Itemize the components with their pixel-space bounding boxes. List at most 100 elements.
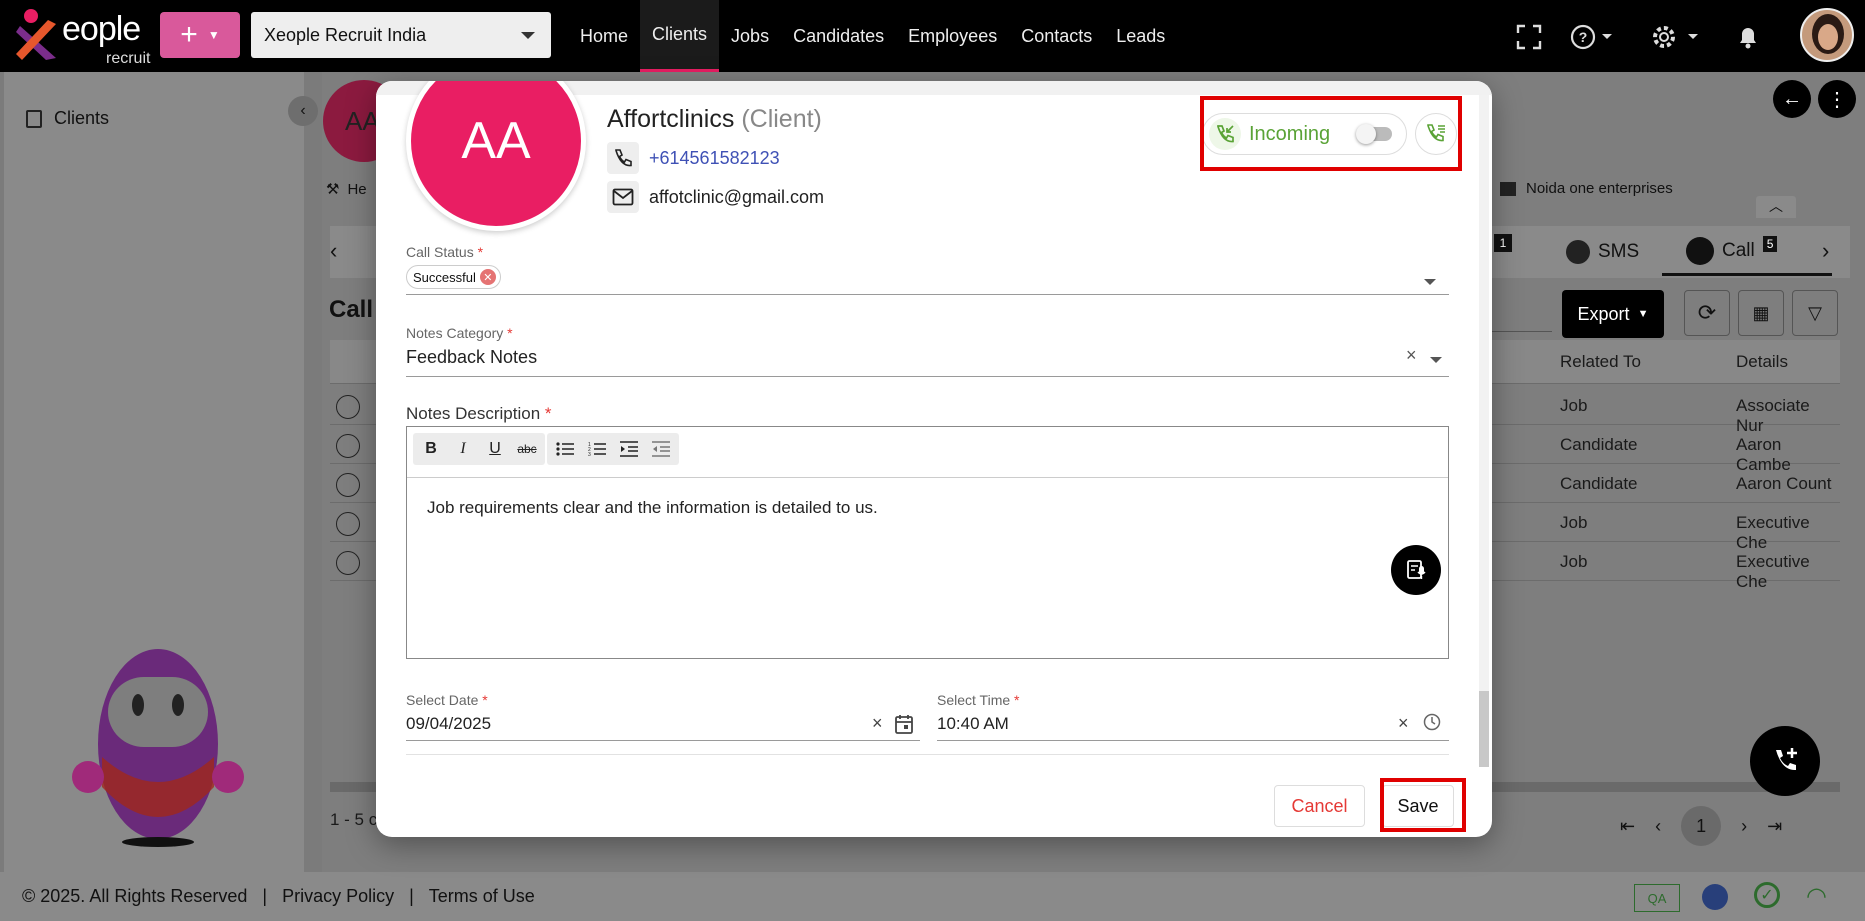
- tab-call-label: Call: [1722, 239, 1755, 261]
- strikethrough-icon[interactable]: abc: [511, 433, 543, 465]
- client-title: Affortclinics (Client): [607, 105, 822, 134]
- footer: © 2025. All Rights Reserved | Privacy Po…: [0, 872, 1865, 921]
- more-vertical-icon: ⋮: [1827, 88, 1847, 111]
- clear-time-icon[interactable]: ×: [1398, 713, 1409, 734]
- notes-category-select[interactable]: [406, 376, 1449, 377]
- document-icon: [26, 109, 42, 128]
- italic-icon[interactable]: I: [447, 433, 479, 465]
- tabs-prev-icon[interactable]: ‹: [330, 238, 337, 264]
- dialog-scroll-thumb[interactable]: [1479, 691, 1489, 767]
- help-icon[interactable]: ?: [1570, 23, 1614, 51]
- list-group: 123: [547, 433, 679, 465]
- cell-related: Candidate: [1560, 474, 1638, 493]
- search-field-bg[interactable]: [1492, 298, 1552, 332]
- select-date-input[interactable]: [406, 740, 920, 741]
- quick-add-button[interactable]: + ▼: [160, 12, 240, 58]
- plus-icon: +: [180, 18, 198, 51]
- sidebar-item-clients[interactable]: Clients: [26, 108, 109, 129]
- client-name: Affortclinics: [607, 105, 735, 133]
- nav-candidates[interactable]: Candidates: [781, 0, 896, 72]
- expand-row-icon[interactable]: [336, 512, 360, 536]
- user-avatar[interactable]: [1800, 8, 1854, 62]
- numbered-list-icon[interactable]: 123: [581, 433, 613, 465]
- next-page-icon[interactable]: ›: [1741, 816, 1747, 837]
- calendar-filter-button[interactable]: ▦: [1738, 290, 1784, 336]
- tab-sms[interactable]: SMS: [1566, 240, 1639, 264]
- more-options-button[interactable]: ⋮: [1818, 80, 1856, 118]
- expand-row-icon[interactable]: [336, 434, 360, 458]
- filter-button[interactable]: ▽: [1792, 290, 1838, 336]
- add-call-fab[interactable]: [1750, 726, 1820, 796]
- expand-row-icon[interactable]: [336, 473, 360, 497]
- company-select[interactable]: Xeople Recruit India: [251, 12, 551, 58]
- env-badge: QA: [1634, 884, 1680, 912]
- dialog-scrollbar[interactable]: [1479, 95, 1489, 767]
- select-time-input[interactable]: [937, 740, 1449, 741]
- tab-call[interactable]: Call 5: [1662, 228, 1832, 276]
- section-title: Call: [329, 296, 374, 323]
- nav-leads[interactable]: Leads: [1104, 0, 1177, 72]
- voice-note-button[interactable]: [1391, 545, 1441, 595]
- cell-details: Aaron Count: [1736, 474, 1832, 493]
- tab-call-badge: 5: [1762, 235, 1778, 252]
- bold-icon[interactable]: B: [415, 433, 447, 465]
- arrow-left-icon: ←: [1782, 87, 1802, 110]
- clear-date-icon[interactable]: ×: [872, 713, 883, 734]
- format-group: B I U abc: [413, 433, 545, 465]
- call-status-select[interactable]: [406, 294, 1449, 295]
- first-page-icon[interactable]: ⇤: [1620, 816, 1635, 837]
- cancel-button[interactable]: Cancel: [1274, 785, 1365, 827]
- clear-icon[interactable]: ×: [1406, 345, 1417, 366]
- outdent-icon[interactable]: [645, 433, 677, 465]
- notes-description-input[interactable]: Job requirements clear and the informati…: [407, 477, 1448, 658]
- remove-chip-icon[interactable]: ✕: [479, 269, 496, 285]
- notes-editor: B I U abc 123 Job requirements clear and…: [406, 426, 1449, 659]
- call-status-value: Successful: [413, 269, 476, 285]
- column-details: Details: [1736, 352, 1788, 371]
- editor-toolbar: B I U abc 123: [413, 433, 679, 465]
- expand-row-icon[interactable]: [336, 395, 360, 419]
- prev-page-icon[interactable]: ‹: [1655, 816, 1661, 837]
- nav-contacts[interactable]: Contacts: [1009, 0, 1104, 72]
- privacy-policy-link[interactable]: Privacy Policy: [282, 886, 394, 907]
- underline-icon[interactable]: U: [479, 433, 511, 465]
- bullet-list-icon[interactable]: [549, 433, 581, 465]
- bell-icon[interactable]: [1736, 24, 1760, 50]
- nav-clients[interactable]: Clients: [640, 0, 720, 72]
- current-page[interactable]: 1: [1681, 806, 1722, 846]
- pagination: ⇤ ‹ 1 › ⇥: [1620, 806, 1782, 846]
- nav-employees[interactable]: Employees: [896, 0, 1009, 72]
- collapse-sidebar-button[interactable]: ‹: [288, 96, 318, 126]
- logo-text: eople: [62, 10, 141, 48]
- collapse-header-button[interactable]: ︿: [1756, 196, 1796, 218]
- fullscreen-icon[interactable]: [1516, 24, 1542, 50]
- client-phone-link[interactable]: +614561582123: [649, 148, 780, 169]
- footer-separator: |: [257, 886, 273, 906]
- last-page-icon[interactable]: ⇥: [1767, 816, 1782, 837]
- clock-icon[interactable]: [1423, 713, 1441, 731]
- expand-row-icon[interactable]: [336, 551, 360, 575]
- cell-related: Job: [1560, 396, 1588, 415]
- sidebar-item-label: Clients: [54, 108, 110, 128]
- bg-info-text: ⚒ He: [326, 181, 367, 198]
- notes-category-dropdown-icon[interactable]: [1430, 357, 1442, 363]
- nav-jobs[interactable]: Jobs: [719, 0, 781, 72]
- calendar-icon[interactable]: [895, 714, 913, 734]
- indent-icon[interactable]: [613, 433, 645, 465]
- notes-description-label: Notes Description *: [406, 404, 552, 423]
- call-direction-highlight: [1200, 96, 1462, 171]
- tabs-next-icon[interactable]: ›: [1822, 238, 1829, 264]
- back-button[interactable]: ←: [1773, 80, 1811, 118]
- terms-of-use-link[interactable]: Terms of Use: [429, 886, 535, 907]
- nav-home[interactable]: Home: [568, 0, 640, 72]
- notes-category-value: Feedback Notes: [406, 347, 538, 367]
- call-status-dropdown-icon[interactable]: [1424, 279, 1436, 285]
- refresh-button[interactable]: ⟳: [1684, 290, 1730, 336]
- client-email-row: affotclinic@gmail.com: [607, 181, 824, 213]
- xeople-logo-icon: [16, 9, 56, 60]
- call-status-label: Call Status *: [406, 244, 484, 260]
- gear-icon[interactable]: [1650, 22, 1702, 52]
- account-icon[interactable]: [1702, 884, 1728, 910]
- column-related-to: Related To: [1560, 352, 1641, 371]
- export-button[interactable]: Export ▼: [1562, 290, 1664, 338]
